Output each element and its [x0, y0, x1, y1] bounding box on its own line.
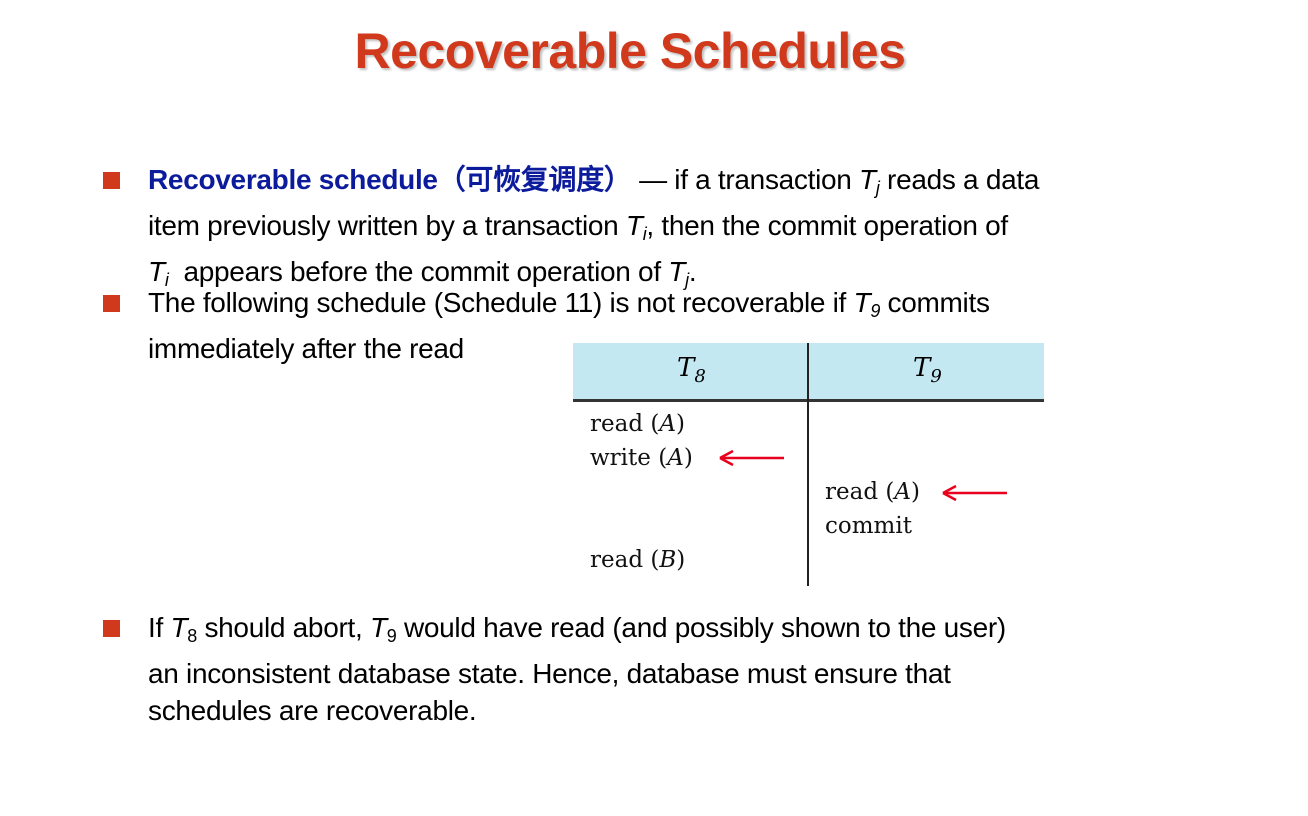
column-divider [807, 343, 809, 586]
slide-title: Recoverable Schedules [354, 23, 906, 79]
text: — if a transaction [631, 164, 860, 195]
header-t9: T9 [913, 353, 942, 387]
text: should abort, [196, 612, 370, 643]
text: immediately after the read [148, 333, 464, 364]
bullet-square-icon [103, 295, 120, 312]
text: If [148, 612, 171, 643]
math-t9: T9 [369, 612, 397, 646]
bullet-abort-consequence: If T8 should abort, T9 would have read (… [103, 609, 1006, 729]
math-tj: Tj [859, 164, 880, 198]
op-t8-write-a: write (A) [590, 445, 693, 471]
text: schedules are recoverable. [148, 695, 477, 726]
term-recoverable-schedule: Recoverable schedule（可恢复调度） [148, 164, 632, 195]
op-t9-commit: commit [825, 513, 912, 539]
math-ti: Ti [625, 210, 647, 244]
header-t8: T8 [677, 353, 706, 387]
text: an inconsistent database state. Hence, d… [148, 658, 951, 689]
text: . [688, 256, 697, 287]
math-t9: T9 [853, 287, 881, 321]
red-arrow-left-icon [719, 450, 784, 466]
op-t8-read-b: read (B) [590, 547, 686, 573]
text: appears before the commit operation of [168, 256, 669, 287]
math-t8: T8 [170, 612, 197, 646]
bullet-square-icon [103, 172, 120, 189]
red-arrow-left-icon [942, 485, 1007, 501]
bullet-square-icon [103, 620, 120, 637]
math-ti: Ti [148, 256, 169, 290]
text: would have read (and possibly shown to t… [396, 612, 1006, 643]
math-tj: Tj [668, 256, 689, 290]
text: , then the commit operation of [646, 210, 1008, 241]
bullet-recoverable-definition: Recoverable schedule（可恢复调度） — if a trans… [103, 161, 1040, 299]
text: The following schedule (Schedule 11) is … [148, 287, 854, 318]
op-t9-read-a: read (A) [825, 479, 920, 505]
text: reads a data [879, 164, 1040, 195]
op-t8-read-a: read (A) [590, 411, 685, 437]
text: commits [880, 287, 990, 318]
schedule-11-table: T8 T9 read (A) write (A) read (A) commit… [573, 343, 1044, 586]
text: item previously written by a transaction [148, 210, 626, 241]
